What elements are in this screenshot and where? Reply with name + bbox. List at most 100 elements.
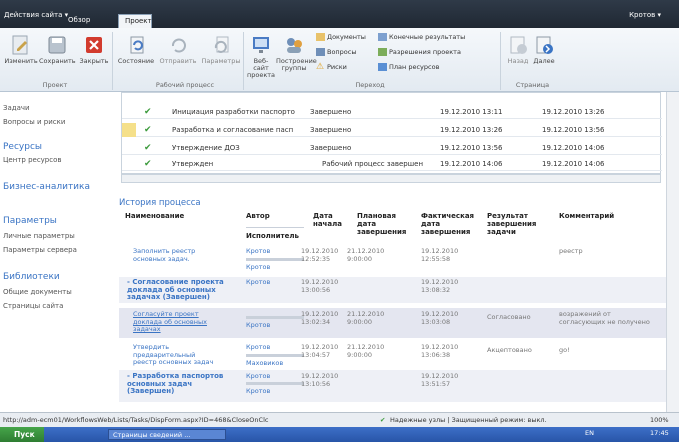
start-date: 19.12.2010 13:02:34 xyxy=(301,310,338,326)
grid-cell-start: 19.12.2010 13:56 xyxy=(440,144,503,152)
start-button[interactable]: Пуск xyxy=(0,427,44,442)
user-menu[interactable]: Кротов ▾ xyxy=(629,11,661,19)
time-part: 13:04:57 xyxy=(301,350,331,359)
send-label: Отправить xyxy=(159,57,197,65)
header-actual-line1: Фактическая xyxy=(421,212,475,220)
risks-button[interactable]: ⚠ Риски xyxy=(316,62,347,72)
nav-shared-documents[interactable]: Общие документы xyxy=(3,288,72,296)
state-icon xyxy=(130,36,144,54)
back-button[interactable]: Назад xyxy=(506,34,530,65)
grid-cell-end: 19.12.2010 14:06 xyxy=(542,160,605,168)
grid-row[interactable]: ✔ Инициация разработки паспорто Завершен… xyxy=(122,105,662,119)
permissions-icon xyxy=(378,48,387,56)
issues-button[interactable]: Вопросы xyxy=(316,47,357,57)
nav-resource-center[interactable]: Центр ресурсов xyxy=(3,156,62,164)
state-label: Состояние xyxy=(117,57,155,65)
header-divider xyxy=(246,227,304,228)
row-selector[interactable] xyxy=(122,123,136,137)
website-label-1: Веб-сайт xyxy=(253,57,269,72)
state-button[interactable]: Состояние xyxy=(116,34,156,65)
nav-personal-settings[interactable]: Личные параметры xyxy=(3,232,75,240)
history-title: История процесса xyxy=(119,198,201,208)
grid-row[interactable]: ✔ Разработка и согласование пасп Заверше… xyxy=(122,123,662,137)
tab-browse[interactable]: Обзор xyxy=(62,14,96,28)
close-button[interactable]: Закрыть xyxy=(78,34,110,65)
ribbon-divider xyxy=(500,32,501,90)
folder-icon xyxy=(316,33,325,41)
grid-row[interactable]: ✔ Утвержден Рабочий процесс завершен 19.… xyxy=(122,157,662,171)
author-link[interactable]: Кротов xyxy=(246,247,270,256)
comment: go! xyxy=(559,346,570,354)
horizontal-scrollbar[interactable] xyxy=(121,174,661,183)
executor-link[interactable]: Кротов xyxy=(246,387,270,396)
time-part: 13:00:56 xyxy=(301,285,331,294)
author-link[interactable]: Кротов xyxy=(246,278,270,287)
executor-link[interactable]: Маховиков xyxy=(246,359,283,368)
executor-link[interactable]: Кротов xyxy=(246,263,270,272)
grid-cell-name: Инициация разработки паспорто xyxy=(172,108,295,116)
nav-resources-heading[interactable]: Ресурсы xyxy=(3,142,42,152)
grid-cell-name: Утвержден xyxy=(172,160,214,168)
nav-issues-risks[interactable]: Вопросы и риски xyxy=(3,118,65,126)
workflow-group-link[interactable]: - Разработка паспортов основных задач (Зав… xyxy=(127,372,223,396)
history-task-link[interactable]: Заполнить реестр основных задач. xyxy=(133,247,195,263)
build-team-button[interactable]: Построение группы xyxy=(276,34,317,72)
next-button[interactable]: Далее xyxy=(532,34,556,65)
nav-bi-heading[interactable]: Бизнес-аналитика xyxy=(3,182,90,192)
send-icon xyxy=(172,38,186,53)
group-project: Проект xyxy=(42,81,68,89)
browser-status-bar: http://adm-ecm01/WorkflowsWeb/Lists/Task… xyxy=(0,412,679,427)
time-part: 9:00:00 xyxy=(347,350,373,359)
taskbar-window-button[interactable]: Страницы сведений ... xyxy=(108,429,226,440)
send-button[interactable]: Отправить xyxy=(157,34,199,65)
executor-link[interactable]: Кротов xyxy=(246,321,270,330)
status-url: http://adm-ecm01/WorkflowsWeb/Lists/Task… xyxy=(3,416,269,424)
grid-cell-end: 19.12.2010 13:56 xyxy=(542,126,605,134)
edit-button[interactable]: Изменить xyxy=(4,34,38,65)
author-link[interactable]: Кротов xyxy=(246,372,270,381)
grid-row[interactable]: ✔ Утверждение ДОЗ Завершено 19.12.2010 1… xyxy=(122,141,662,155)
task-name-line: задачах xyxy=(133,325,161,333)
tab-project[interactable]: Проект xyxy=(118,14,152,28)
save-icon xyxy=(48,36,66,54)
nav-tasks[interactable]: Задачи xyxy=(3,104,30,112)
actual-date: 19.12.2010 13:51:57 xyxy=(421,372,458,388)
site-actions-menu[interactable]: Действия сайта ▾ xyxy=(4,11,68,19)
check-icon: ✔ xyxy=(144,125,152,135)
col-header-author: Автор xyxy=(246,212,270,220)
author-link[interactable]: Кротов xyxy=(246,343,270,352)
group-name-line: (Завершен) xyxy=(127,387,175,395)
language-indicator[interactable]: EN xyxy=(585,429,594,437)
vertical-scrollbar[interactable] xyxy=(666,92,679,412)
permissions-label: Разрешения проекта xyxy=(389,48,461,56)
zoom-level[interactable]: 100% xyxy=(650,413,669,428)
left-navigation: Задачи Вопросы и риски Ресурсы Центр рес… xyxy=(0,92,110,412)
result: Акцептовано xyxy=(487,346,532,354)
grid-cell-end: 19.12.2010 14:06 xyxy=(542,144,605,152)
save-button[interactable]: Сохранить xyxy=(39,34,76,65)
documents-button[interactable]: Документы xyxy=(316,32,366,42)
project-permissions-button[interactable]: Разрешения проекта xyxy=(378,47,461,57)
deliverables-button[interactable]: Конечные результаты xyxy=(378,32,465,42)
history-task-link[interactable]: Согласуйте проект доклада об основных зада… xyxy=(133,310,207,334)
nav-server-settings[interactable]: Параметры сервера xyxy=(3,246,77,254)
project-website-button[interactable]: Веб-сайт проекта xyxy=(246,34,276,79)
main-content: ✔ Инициация разработки паспорто Завершен… xyxy=(110,92,679,412)
workflow-group-link[interactable]: - Согласование проекта доклада об основны… xyxy=(127,278,224,302)
security-zone[interactable]: Надежные узлы | Защищенный режим: выкл. xyxy=(390,413,547,428)
grid-cell-start: 19.12.2010 13:26 xyxy=(440,126,503,134)
group-workflow: Рабочий процесс xyxy=(155,81,215,89)
params-button[interactable]: Параметры xyxy=(200,34,242,65)
nav-site-pages[interactable]: Страницы сайта xyxy=(3,302,63,310)
trusted-zone-icon: ✔ xyxy=(380,416,386,424)
save-label: Сохранить xyxy=(39,57,76,65)
history-task-link[interactable]: Утвердить предварительный реестр основных … xyxy=(133,343,213,367)
nav-settings-heading[interactable]: Параметры xyxy=(3,216,57,226)
team-icon xyxy=(287,38,302,53)
risks-label: Риски xyxy=(327,63,347,71)
header-planned-line1: Плановая xyxy=(357,212,397,220)
author-divider xyxy=(246,316,304,319)
nav-libraries-heading[interactable]: Библиотеки xyxy=(3,272,60,282)
resource-plan-button[interactable]: План ресурсов xyxy=(378,62,439,72)
start-date: 19.12.2010 13:04:57 xyxy=(301,343,338,359)
